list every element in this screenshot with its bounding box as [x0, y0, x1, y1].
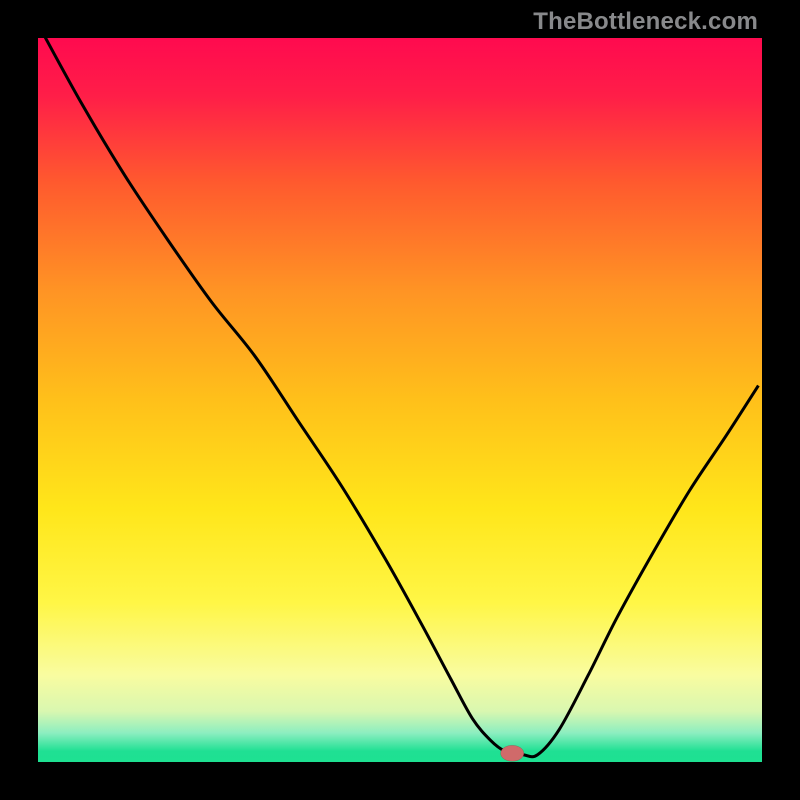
watermark-text: TheBottleneck.com: [533, 8, 758, 36]
plot-background: [38, 38, 762, 762]
optimal-point-marker: [501, 745, 524, 761]
bottleneck-chart: [38, 38, 762, 762]
chart-frame: TheBottleneck.com: [0, 0, 800, 800]
